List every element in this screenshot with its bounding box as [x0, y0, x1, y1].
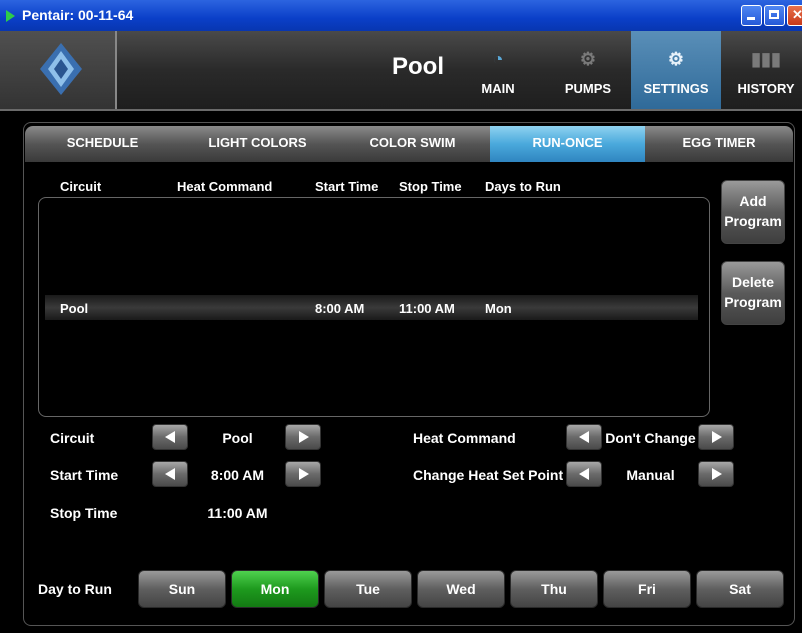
day-button-sat[interactable]: Sat: [696, 570, 784, 608]
start-time-value: 8:00 AM: [210, 467, 265, 483]
day-button-fri[interactable]: Fri: [603, 570, 691, 608]
column-start-time: Start Time: [315, 179, 379, 194]
tab-bar: SCHEDULE LIGHT COLORS COLOR SWIM RUN-ONC…: [25, 126, 793, 162]
start-time-next-button[interactable]: [285, 461, 321, 487]
circuit-value: Pool: [222, 430, 253, 446]
column-heat-command: Heat Command: [177, 179, 273, 194]
add-program-line2: Program: [724, 213, 782, 229]
heat-command-label: Heat Command: [413, 430, 516, 446]
add-program-line1: Add: [739, 193, 767, 209]
tab-schedule[interactable]: SCHEDULE: [25, 126, 180, 162]
nav-main[interactable]: ◔ MAIN: [472, 31, 524, 109]
row-stop-time: 11:00 AM: [399, 301, 455, 316]
pentair-logo-icon: [40, 43, 82, 95]
goggles-icon: ◔: [492, 49, 504, 69]
day-button-thu[interactable]: Thu: [510, 570, 598, 608]
window-titlebar: Pentair: 00-11-64: [0, 0, 802, 31]
maximize-button[interactable]: [764, 5, 785, 26]
close-button[interactable]: [787, 5, 802, 26]
nav-settings-label: SETTINGS: [643, 81, 709, 96]
bar-chart-icon: ▮▮▮: [751, 49, 781, 69]
app-icon: [6, 10, 15, 22]
circuit-next-button[interactable]: [285, 424, 321, 450]
logo: [0, 31, 117, 109]
add-program-button[interactable]: Add Program: [721, 180, 785, 244]
heat-set-point-label: Change Heat Set Point: [413, 467, 564, 483]
heat-command-value: Don't Change: [605, 430, 696, 446]
heat-set-point-next-button[interactable]: [698, 461, 734, 487]
circuit-prev-button[interactable]: [152, 424, 188, 450]
nav-history[interactable]: ▮▮▮ HISTORY: [730, 31, 802, 109]
column-days-to-run: Days to Run: [485, 179, 561, 194]
tab-run-once[interactable]: RUN-ONCE: [490, 126, 645, 162]
start-time-prev-button[interactable]: [152, 461, 188, 487]
day-button-sun[interactable]: Sun: [138, 570, 226, 608]
minimize-button[interactable]: [741, 5, 762, 26]
day-button-tue[interactable]: Tue: [324, 570, 412, 608]
table-row[interactable]: [45, 295, 698, 320]
day-to-run-label: Day to Run: [38, 581, 112, 597]
heat-command-next-button[interactable]: [698, 424, 734, 450]
nav-history-label: HISTORY: [737, 81, 795, 96]
stop-time-label: Stop Time: [50, 505, 118, 521]
day-button-wed[interactable]: Wed: [417, 570, 505, 608]
delete-program-button[interactable]: Delete Program: [721, 261, 785, 325]
gear-icon: ⚙: [667, 49, 685, 69]
column-circuit: Circuit: [60, 179, 102, 194]
app-header: Pool ◔ MAIN ⚙ PUMPS ⚙ SETTINGS ▮▮▮ HISTO…: [0, 31, 802, 111]
nav-pumps-label: PUMPS: [564, 81, 612, 96]
tab-egg-timer[interactable]: EGG TIMER: [645, 126, 793, 162]
circuit-label: Circuit: [50, 430, 95, 446]
nav-settings[interactable]: ⚙ SETTINGS: [631, 31, 721, 109]
tab-light-colors[interactable]: LIGHT COLORS: [180, 126, 335, 162]
pump-icon: ⚙: [579, 49, 597, 69]
row-days: Mon: [485, 301, 512, 316]
start-time-label: Start Time: [50, 467, 119, 483]
page-title: Pool: [392, 53, 444, 80]
delete-program-line1: Delete: [731, 274, 775, 290]
column-stop-time: Stop Time: [399, 179, 462, 194]
nav-pumps[interactable]: ⚙ PUMPS: [552, 31, 624, 109]
heat-set-point-prev-button[interactable]: [566, 461, 602, 487]
nav-main-label: MAIN: [481, 81, 515, 96]
stop-time-value: 11:00 AM: [207, 505, 268, 521]
row-start-time: 8:00 AM: [315, 301, 365, 316]
heat-command-prev-button[interactable]: [566, 424, 602, 450]
delete-program-line2: Program: [724, 294, 782, 310]
row-circuit: Pool: [60, 301, 89, 316]
tab-color-swim[interactable]: COLOR SWIM: [335, 126, 490, 162]
day-button-mon[interactable]: Mon: [231, 570, 319, 608]
window-title: Pentair: 00-11-64: [22, 7, 134, 23]
heat-set-point-value: Manual: [626, 467, 675, 483]
